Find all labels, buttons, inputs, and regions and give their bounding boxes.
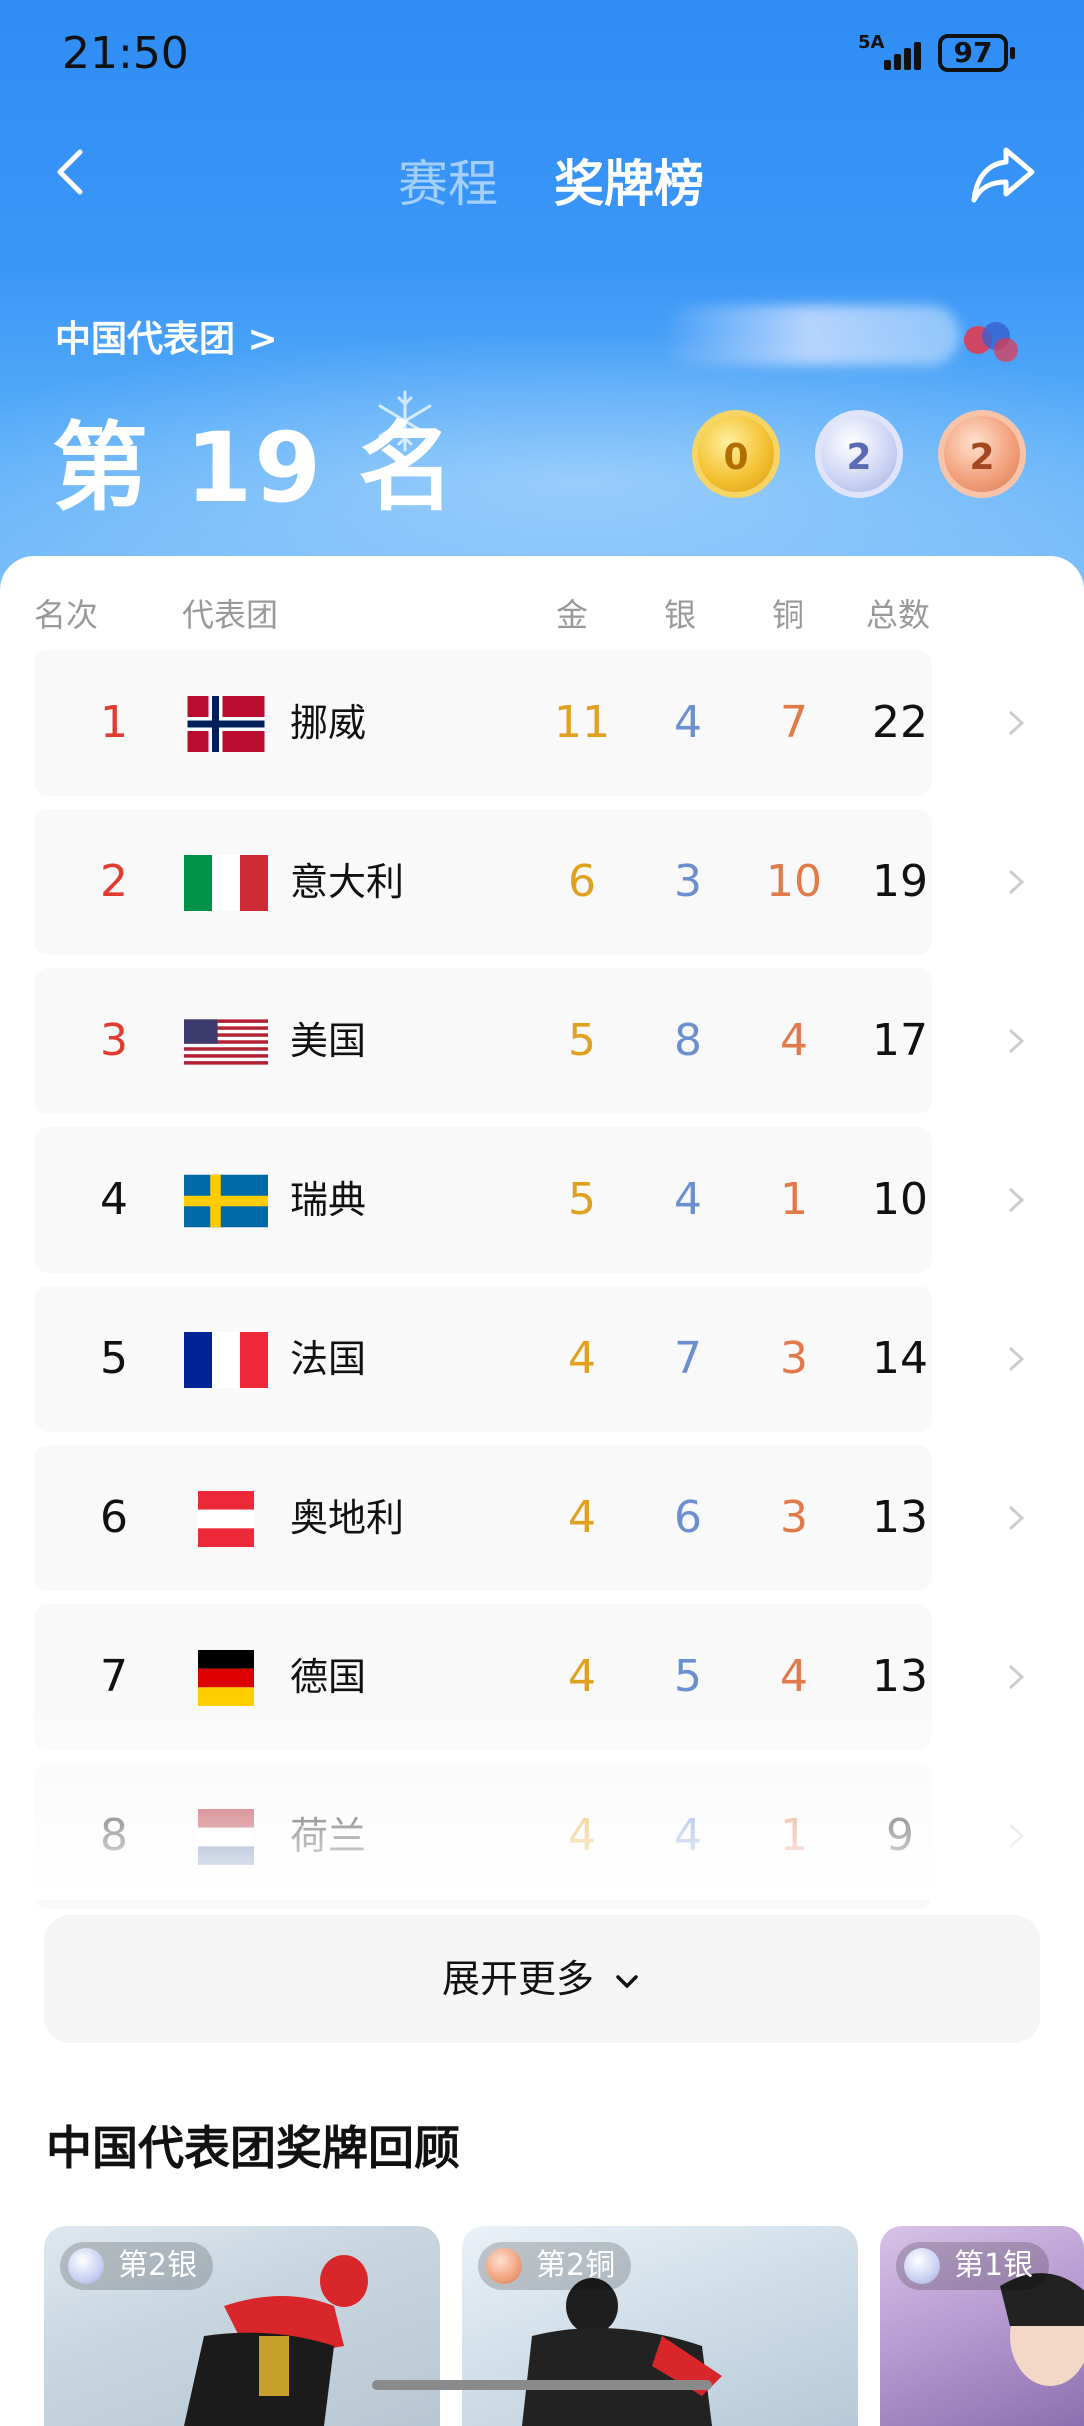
row-team-name: 美国: [290, 1019, 367, 1063]
chevron-right-icon: [1008, 1505, 1025, 1531]
silver-coin-icon: [904, 2248, 940, 2284]
table-row[interactable]: 6 奥地利 4 6 3 13: [34, 1445, 1044, 1591]
header-team: 代表团: [182, 596, 279, 634]
expand-more-label: 展开更多: [441, 1957, 594, 2001]
table-row[interactable]: 4 瑞典 5 4 1 10: [34, 1127, 1044, 1273]
header-silver: 银: [664, 596, 697, 634]
table-row[interactable]: 5 法国 4 7 3 14: [34, 1286, 1044, 1432]
table-row[interactable]: 2 意大利 6 3 10 19: [34, 809, 1044, 955]
row-bronze: 4: [780, 1015, 808, 1066]
flag-italy-icon: [184, 855, 268, 911]
silver-medal-count: 2: [815, 410, 903, 498]
row-bronze: 3: [780, 1333, 808, 1384]
table-row[interactable]: 3 美国 5 8 4 17: [34, 968, 1044, 1114]
medal-badge: 第2铜: [478, 2242, 632, 2290]
row-total: 13: [872, 1492, 928, 1543]
row-total: 19: [872, 856, 928, 907]
status-bar: 21:50 5A 97: [0, 0, 1084, 110]
row-rank: 4: [100, 1174, 128, 1225]
row-team-name: 奥地利: [290, 1496, 405, 1540]
team-link[interactable]: 中国代表团 >: [55, 310, 278, 362]
row-silver: 4: [674, 697, 702, 748]
flag-germany-icon: [198, 1650, 254, 1706]
flag-usa-icon: [184, 1019, 268, 1065]
bronze-medal-count: 2: [938, 410, 1026, 498]
header-rank: 名次: [34, 596, 99, 634]
expand-more-button[interactable]: 展开更多: [44, 1915, 1040, 2043]
header-bronze: 铜: [772, 596, 805, 634]
gold-medal-count: 0: [692, 410, 780, 498]
row-team-name: 瑞典: [290, 1178, 367, 1222]
row-team-name: 挪威: [290, 701, 367, 745]
row-bronze: 1: [780, 1174, 808, 1225]
row-rank: 2: [100, 856, 128, 907]
row-silver: 3: [674, 856, 702, 907]
chevron-right-icon: [1008, 1187, 1025, 1213]
row-total: 14: [872, 1333, 928, 1384]
row-rank: 1: [100, 697, 128, 748]
flag-austria-icon: [198, 1491, 254, 1547]
clock: 21:50: [62, 28, 189, 79]
header-total: 总数: [866, 596, 931, 634]
row-gold: 6: [568, 856, 596, 907]
chevron-right-icon: [1008, 1346, 1025, 1372]
tab-schedule[interactable]: 赛程: [398, 144, 498, 216]
silver-coin-icon: [68, 2248, 104, 2284]
list-fade-overlay: [0, 1700, 1084, 1900]
row-total: 10: [872, 1174, 928, 1225]
team-logo-icon: [964, 322, 1018, 362]
signal-icon: [880, 36, 928, 70]
table-row[interactable]: 1 挪威 11 4 7 22: [34, 650, 1044, 796]
row-total: 17: [872, 1015, 928, 1066]
row-bronze: 3: [780, 1492, 808, 1543]
chevron-right-icon: [1008, 710, 1025, 736]
bronze-coin-icon: [486, 2248, 522, 2284]
flag-france-icon: [184, 1332, 268, 1388]
battery-icon: 97: [938, 34, 1015, 72]
medal-badge: 第2银: [60, 2242, 214, 2290]
row-bronze: 10: [766, 856, 822, 907]
flag-sweden-icon: [184, 1174, 268, 1228]
row-gold: 11: [554, 697, 610, 748]
medal-review-card[interactable]: 第1银: [880, 2226, 1084, 2426]
row-team-name: 意大利: [290, 860, 405, 904]
row-gold: 5: [568, 1174, 596, 1225]
home-indicator[interactable]: [372, 2380, 712, 2390]
row-silver: 6: [674, 1492, 702, 1543]
row-bronze: 7: [780, 697, 808, 748]
top-nav: 赛程 奖牌榜: [0, 130, 1084, 220]
back-arrow-icon[interactable]: [48, 148, 96, 196]
snowflake-icon: [378, 390, 432, 452]
medal-review-title: 中国代表团奖牌回顾: [46, 2121, 460, 2175]
chevron-right-icon: [1008, 1664, 1025, 1690]
row-gold: 4: [568, 1492, 596, 1543]
flag-norway-icon: [187, 696, 265, 752]
row-rank: 5: [100, 1333, 128, 1384]
chevron-right-icon: [1008, 869, 1025, 895]
row-silver: 8: [674, 1015, 702, 1066]
row-gold: 4: [568, 1333, 596, 1384]
row-team-name: 法国: [290, 1337, 367, 1381]
row-silver: 7: [674, 1333, 702, 1384]
chevron-down-icon: [616, 1974, 638, 1988]
medal-badge: 第1银: [896, 2242, 1050, 2290]
row-rank: 3: [100, 1015, 128, 1066]
row-total: 22: [872, 697, 928, 748]
medal-review-card[interactable]: 第2铜: [462, 2226, 858, 2426]
header-gold: 金: [556, 596, 589, 634]
row-rank: 6: [100, 1492, 128, 1543]
share-icon[interactable]: [968, 140, 1038, 210]
row-silver: 4: [674, 1174, 702, 1225]
medal-review-card[interactable]: 第2银: [44, 2226, 440, 2426]
tab-medals[interactable]: 奖牌榜: [554, 144, 704, 216]
row-gold: 5: [568, 1015, 596, 1066]
chevron-right-icon: [1008, 1028, 1025, 1054]
decorative-banner: [660, 305, 960, 365]
